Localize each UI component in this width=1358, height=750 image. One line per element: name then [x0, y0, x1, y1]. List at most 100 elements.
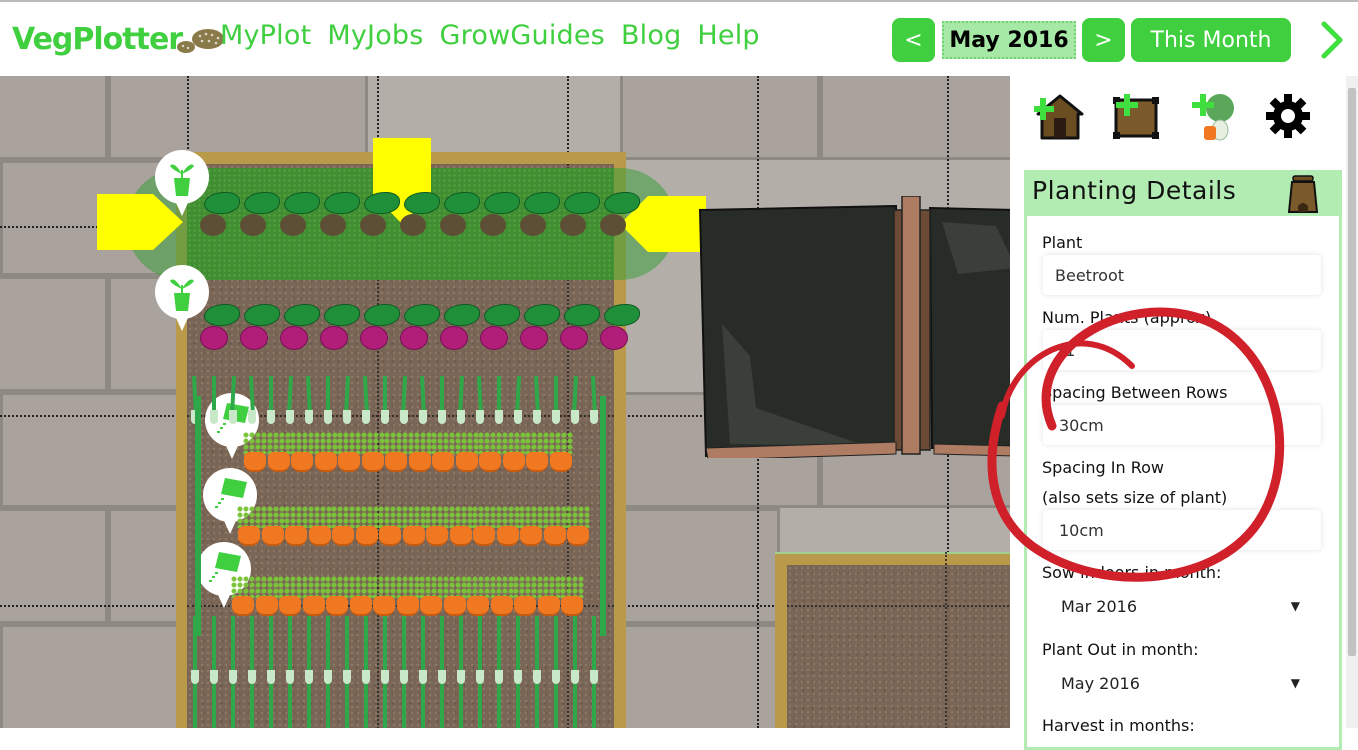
- leek-base: [286, 410, 294, 424]
- plot-canvas[interactable]: [0, 76, 1010, 728]
- carrot: [549, 452, 572, 472]
- paving-stone: [620, 624, 780, 728]
- carrot: [408, 452, 431, 472]
- add-shed-icon: [1032, 94, 1084, 140]
- scrollbar[interactable]: [1346, 76, 1358, 728]
- main-nav: MyPlot MyJobs GrowGuides Blog Help: [220, 20, 760, 51]
- carrot: [338, 452, 360, 472]
- plant-out-select[interactable]: May 2016 ▼: [1050, 668, 1300, 698]
- next-month-button[interactable]: >: [1082, 18, 1125, 62]
- add-shed-button[interactable]: [1032, 90, 1086, 142]
- polythene-cover[interactable]: [696, 196, 1010, 458]
- carrot: [455, 452, 478, 472]
- leek-base: [210, 670, 218, 684]
- leek-base: [248, 410, 256, 424]
- carrot-foliage: [395, 576, 420, 598]
- carrot-foliage: [243, 432, 267, 454]
- nav-help[interactable]: Help: [697, 20, 759, 51]
- carrot: [432, 452, 454, 472]
- carrot: [285, 526, 307, 546]
- settings-button[interactable]: [1262, 90, 1314, 142]
- leek-base: [533, 410, 541, 424]
- carrot-foliage: [560, 576, 584, 598]
- in-row-spacing-input[interactable]: [1043, 510, 1321, 550]
- leek-base: [552, 670, 560, 684]
- scrollbar-thumb[interactable]: [1348, 88, 1356, 656]
- num-plants-input[interactable]: [1043, 330, 1321, 370]
- beetroot: [360, 214, 386, 236]
- carrot-foliage: [454, 432, 479, 454]
- panel-header: Planting Details: [1024, 170, 1342, 216]
- carrot: [308, 526, 331, 546]
- leek-base: [533, 670, 541, 684]
- carrot-foliage: [325, 576, 349, 598]
- paving-stone: [0, 624, 180, 728]
- carrot: [561, 596, 583, 616]
- logo[interactable]: VegPlotter: [12, 22, 226, 57]
- carrot: [402, 526, 425, 546]
- carrot: [355, 526, 378, 546]
- leek-base: [476, 670, 484, 684]
- carrot: [373, 596, 395, 616]
- carrot: [526, 452, 548, 472]
- in-row-spacing-label: Spacing In Row: [1042, 458, 1164, 477]
- beetroot: [200, 326, 228, 350]
- dropdown-arrow-icon: ▼: [1290, 599, 1300, 613]
- carrot-foliage: [431, 432, 455, 454]
- beetroot: [240, 326, 268, 350]
- carrot-foliage: [360, 432, 385, 454]
- sow-indoors-select[interactable]: Mar 2016 ▼: [1050, 591, 1300, 621]
- nav-myplot[interactable]: MyPlot: [220, 20, 311, 51]
- leek-base: [267, 670, 275, 684]
- beetroot: [360, 326, 388, 350]
- beetroot: [400, 214, 426, 236]
- seedling-pot-marker[interactable]: [155, 265, 209, 333]
- gear-icon: [1266, 94, 1310, 138]
- carrot: [232, 596, 254, 616]
- in-row-spacing-sublabel: (also sets size of plant): [1042, 488, 1228, 507]
- beetroot-leaves: [604, 304, 640, 326]
- carrot: [291, 452, 313, 472]
- beetroot: [280, 326, 308, 350]
- chevron-right-icon[interactable]: [1318, 20, 1346, 60]
- bed-soil: [787, 565, 1010, 728]
- leek-base: [381, 670, 389, 684]
- this-month-button[interactable]: This Month: [1131, 18, 1291, 62]
- beetroot: [440, 214, 466, 236]
- carrot: [520, 526, 542, 546]
- leek-base: [305, 670, 313, 684]
- beetroot: [560, 326, 588, 350]
- plant-input[interactable]: [1043, 255, 1321, 295]
- leek-base: [324, 670, 332, 684]
- carrot: [332, 526, 354, 546]
- num-plants-label: Num. Plants (approx): [1042, 308, 1212, 327]
- nav-myjobs[interactable]: MyJobs: [327, 20, 423, 51]
- seed-sack-icon[interactable]: [1286, 174, 1320, 214]
- leek-base: [362, 670, 370, 684]
- carrot-foliage: [448, 506, 473, 528]
- carrot: [385, 452, 407, 472]
- leek-base: [438, 410, 446, 424]
- carrot: [302, 596, 325, 616]
- carrot-foliage: [278, 576, 302, 598]
- row-spacing-input[interactable]: [1043, 405, 1321, 445]
- add-plant-button[interactable]: [1186, 90, 1238, 142]
- beetroot: [520, 214, 546, 236]
- beetroot: [280, 214, 306, 236]
- leek-base: [552, 410, 560, 424]
- carrot-foliage: [466, 576, 490, 598]
- nav-blog[interactable]: Blog: [621, 20, 681, 51]
- carrot: [567, 526, 589, 546]
- carrot-foliage: [231, 576, 255, 598]
- carrot-foliage: [442, 576, 467, 598]
- plant-out-value: May 2016: [1061, 673, 1140, 693]
- leek-base: [590, 670, 598, 684]
- prev-month-button[interactable]: <: [892, 18, 935, 62]
- carrot: [443, 596, 466, 616]
- current-month-display: May 2016: [942, 21, 1076, 59]
- add-bed-button[interactable]: [1110, 90, 1162, 142]
- carrot-foliage: [495, 506, 520, 528]
- nav-growguides[interactable]: GrowGuides: [440, 20, 605, 51]
- seedling-pot-marker[interactable]: [155, 150, 209, 218]
- paving-stone: [820, 76, 1010, 160]
